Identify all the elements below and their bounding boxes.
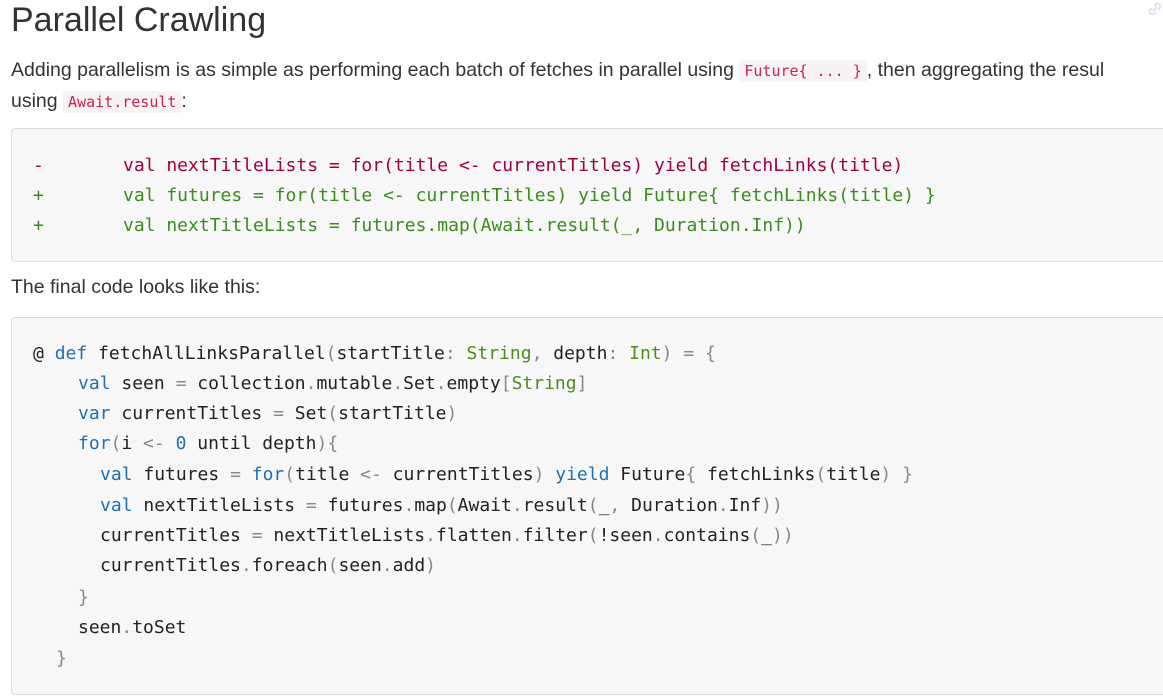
diff-added-line: val futures = for(title <- currentTitles…: [123, 185, 936, 206]
code-line: for(i <- 0 until depth){: [78, 433, 339, 454]
code-line: }: [56, 648, 67, 669]
code-line: val futures = for(title <- currentTitles…: [100, 464, 913, 485]
intro-paragraph: Adding parallelism is as simple as perfo…: [11, 55, 1104, 117]
diff-code-block: - val nextTitleLists = for(title <- curr…: [11, 128, 1163, 262]
inline-code-future: Future{ ... }: [739, 60, 867, 82]
code-line: var currentTitles = Set(startTitle): [78, 403, 458, 424]
final-code-block: @ def fetchAllLinksParallel(startTitle: …: [11, 317, 1163, 695]
page-title: Parallel Crawling: [11, 1, 267, 39]
inline-code-await: Await.result: [63, 91, 182, 113]
intro-text: Adding parallelism is as simple as perfo…: [11, 59, 740, 81]
code-line: val seen = collection.mutable.Set.empty[…: [78, 373, 588, 394]
code-line: val nextTitleLists = futures.map(Await.r…: [100, 495, 783, 516]
final-code-intro: The final code looks like this:: [11, 276, 261, 298]
diff-added-marker: +: [33, 215, 44, 236]
code-line: }: [78, 587, 89, 608]
code-line: @ def fetchAllLinksParallel(startTitle: …: [33, 343, 716, 364]
code-line: currentTitles = nextTitleLists.flatten.f…: [100, 525, 794, 546]
diff-added-marker: +: [33, 185, 44, 206]
link-anchor-icon[interactable]: [1148, 2, 1162, 16]
code-line: seen.toSet: [78, 617, 187, 638]
intro-text-using: using: [11, 90, 64, 112]
intro-text-colon: :: [181, 90, 187, 112]
code-line: currentTitles.foreach(seen.add): [100, 555, 436, 576]
intro-text-continued: , then aggregating the resul: [866, 59, 1105, 81]
diff-removed-line: val nextTitleLists = for(title <- curren…: [123, 155, 904, 176]
diff-removed-marker: -: [33, 155, 44, 176]
diff-added-line: val nextTitleLists = futures.map(Await.r…: [123, 215, 806, 236]
